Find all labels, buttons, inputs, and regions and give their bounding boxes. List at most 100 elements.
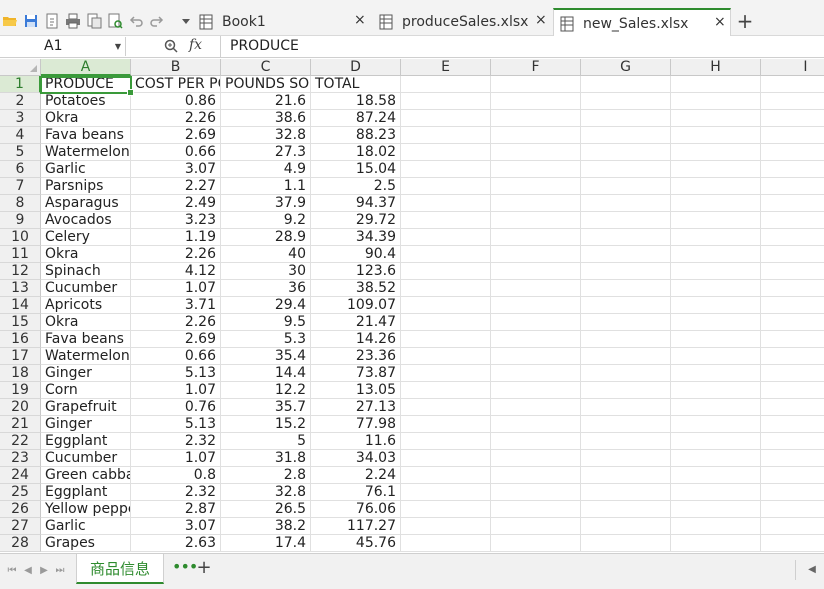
- table-cell[interactable]: Eggplant: [41, 433, 131, 450]
- empty-cell[interactable]: [491, 518, 581, 535]
- empty-cell[interactable]: [581, 280, 671, 297]
- empty-cell[interactable]: [401, 144, 491, 161]
- table-cell[interactable]: Ginger: [41, 416, 131, 433]
- empty-cell[interactable]: [581, 212, 671, 229]
- empty-cell[interactable]: [491, 450, 581, 467]
- column-header-i[interactable]: I: [761, 59, 824, 76]
- empty-cell[interactable]: [671, 93, 761, 110]
- empty-cell[interactable]: [671, 127, 761, 144]
- empty-cell[interactable]: [671, 229, 761, 246]
- table-cell[interactable]: 34.03: [311, 450, 401, 467]
- empty-cell[interactable]: [491, 93, 581, 110]
- table-cell[interactable]: 18.02: [311, 144, 401, 161]
- table-cell[interactable]: 18.58: [311, 93, 401, 110]
- empty-cell[interactable]: [761, 93, 824, 110]
- table-cell[interactable]: 9.5: [221, 314, 311, 331]
- row-header[interactable]: 8: [0, 195, 41, 212]
- table-cell[interactable]: 32.8: [221, 484, 311, 501]
- first-sheet-icon[interactable]: ⏮: [6, 563, 18, 579]
- name-box[interactable]: A1 ▼: [0, 37, 126, 56]
- row-header[interactable]: 13: [0, 280, 41, 297]
- empty-cell[interactable]: [491, 467, 581, 484]
- empty-cell[interactable]: [581, 229, 671, 246]
- save-icon[interactable]: [21, 11, 41, 31]
- row-header[interactable]: 1: [0, 76, 41, 93]
- empty-cell[interactable]: [401, 467, 491, 484]
- table-cell[interactable]: 38.52: [311, 280, 401, 297]
- table-cell[interactable]: 17.4: [221, 535, 311, 552]
- table-cell[interactable]: 27.13: [311, 399, 401, 416]
- empty-cell[interactable]: [491, 535, 581, 552]
- row-header[interactable]: 22: [0, 433, 41, 450]
- table-cell[interactable]: 73.87: [311, 365, 401, 382]
- empty-cell[interactable]: [491, 110, 581, 127]
- table-cell[interactable]: 29.4: [221, 297, 311, 314]
- table-cell[interactable]: Watermelon: [41, 144, 131, 161]
- empty-cell[interactable]: [491, 382, 581, 399]
- tab-book1[interactable]: Book1 ×: [198, 8, 373, 36]
- table-cell[interactable]: Avocados: [41, 212, 131, 229]
- table-cell[interactable]: 4.9: [221, 161, 311, 178]
- table-cell[interactable]: 5.13: [131, 365, 221, 382]
- table-cell[interactable]: 9.2: [221, 212, 311, 229]
- empty-cell[interactable]: [401, 382, 491, 399]
- last-sheet-icon[interactable]: ⏭: [54, 563, 66, 579]
- empty-cell[interactable]: [491, 314, 581, 331]
- empty-cell[interactable]: [581, 484, 671, 501]
- row-header[interactable]: 19: [0, 382, 41, 399]
- empty-cell[interactable]: [581, 263, 671, 280]
- redo-icon[interactable]: [147, 11, 167, 31]
- empty-cell[interactable]: [581, 246, 671, 263]
- table-cell[interactable]: Okra: [41, 110, 131, 127]
- empty-cell[interactable]: [401, 212, 491, 229]
- column-header-h[interactable]: H: [671, 59, 761, 76]
- empty-cell[interactable]: [401, 161, 491, 178]
- table-cell[interactable]: 88.23: [311, 127, 401, 144]
- empty-cell[interactable]: [401, 331, 491, 348]
- table-cell[interactable]: 109.07: [311, 297, 401, 314]
- row-header[interactable]: 23: [0, 450, 41, 467]
- table-cell[interactable]: Cucumber: [41, 280, 131, 297]
- table-cell[interactable]: Watermelon: [41, 348, 131, 365]
- table-cell[interactable]: 2.49: [131, 195, 221, 212]
- empty-cell[interactable]: [761, 297, 824, 314]
- table-cell[interactable]: 35.4: [221, 348, 311, 365]
- empty-cell[interactable]: [401, 433, 491, 450]
- empty-cell[interactable]: [671, 433, 761, 450]
- empty-cell[interactable]: [491, 399, 581, 416]
- table-cell[interactable]: 32.8: [221, 127, 311, 144]
- export-icon[interactable]: [42, 11, 62, 31]
- empty-cell[interactable]: [671, 76, 761, 93]
- empty-cell[interactable]: [491, 263, 581, 280]
- table-cell[interactable]: 27.3: [221, 144, 311, 161]
- empty-cell[interactable]: [581, 331, 671, 348]
- table-cell[interactable]: 30: [221, 263, 311, 280]
- add-sheet-button[interactable]: +: [196, 559, 212, 577]
- empty-cell[interactable]: [671, 246, 761, 263]
- select-all-corner[interactable]: [0, 59, 41, 76]
- column-header-c[interactable]: C: [221, 59, 311, 76]
- column-header-a[interactable]: A: [41, 59, 131, 76]
- empty-cell[interactable]: [671, 161, 761, 178]
- table-cell[interactable]: Green cabbage: [41, 467, 131, 484]
- row-header[interactable]: 20: [0, 399, 41, 416]
- empty-cell[interactable]: [671, 348, 761, 365]
- empty-cell[interactable]: [671, 178, 761, 195]
- empty-cell[interactable]: [581, 348, 671, 365]
- empty-cell[interactable]: [401, 127, 491, 144]
- empty-cell[interactable]: [401, 484, 491, 501]
- table-cell[interactable]: 0.76: [131, 399, 221, 416]
- table-cell[interactable]: 0.66: [131, 348, 221, 365]
- table-cell[interactable]: 2.26: [131, 110, 221, 127]
- empty-cell[interactable]: [491, 280, 581, 297]
- table-cell[interactable]: 2.27: [131, 178, 221, 195]
- table-cell[interactable]: 5.3: [221, 331, 311, 348]
- empty-cell[interactable]: [401, 263, 491, 280]
- table-cell[interactable]: Eggplant: [41, 484, 131, 501]
- table-cell[interactable]: Cucumber: [41, 450, 131, 467]
- close-tab-icon[interactable]: ×: [714, 14, 726, 30]
- row-header[interactable]: 9: [0, 212, 41, 229]
- empty-cell[interactable]: [761, 382, 824, 399]
- table-cell[interactable]: Spinach: [41, 263, 131, 280]
- table-cell[interactable]: 26.5: [221, 501, 311, 518]
